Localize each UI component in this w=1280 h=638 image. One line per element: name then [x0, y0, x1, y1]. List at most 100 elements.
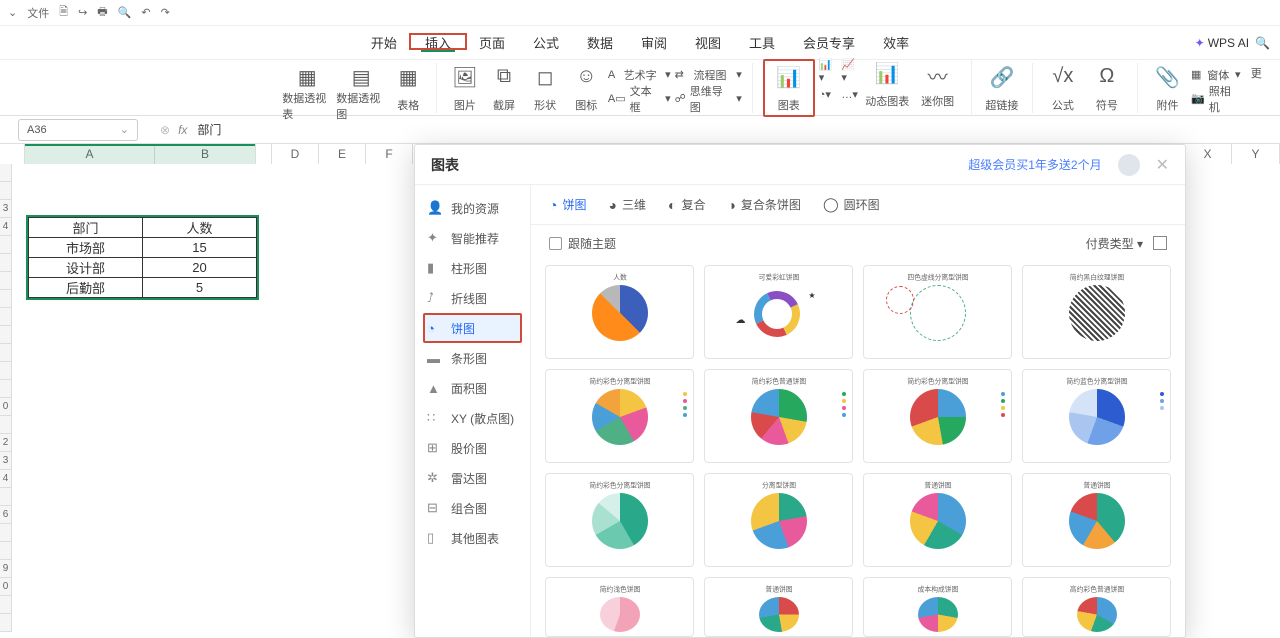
icon-button[interactable]: ☺ 图标 [569, 63, 604, 113]
row-header[interactable] [0, 236, 12, 254]
row-header[interactable] [0, 380, 12, 398]
tab-tools[interactable]: 工具 [735, 26, 789, 59]
subnav-pie[interactable]: ◔饼图 [549, 196, 586, 213]
chart-card[interactable]: 成本构成饼图 [863, 577, 1012, 637]
col-header-c-gap[interactable] [256, 144, 272, 164]
follow-theme-checkbox[interactable] [549, 237, 562, 250]
chart-card[interactable]: 普通饼图 [1022, 473, 1171, 567]
row-header[interactable] [0, 524, 12, 542]
expand-icon[interactable]: ⌄ [8, 6, 17, 19]
attachment-button[interactable]: 📎 附件 [1148, 63, 1187, 113]
row-header[interactable] [0, 344, 12, 362]
screenshot-button[interactable]: ⧉ 截屏 [486, 63, 521, 113]
preview-icon[interactable]: 🔍 [118, 6, 132, 19]
col-header-f[interactable]: F [366, 144, 413, 164]
wordart-button[interactable]: A 艺术字▾ [608, 63, 671, 85]
table-cell[interactable]: 设计部 [29, 258, 143, 278]
sidebar-radar-chart[interactable]: ✲雷达图 [415, 463, 530, 493]
flowchart-button[interactable]: ⇄ 流程图▾ [675, 63, 742, 85]
tab-efficiency[interactable]: 效率 [869, 26, 923, 59]
tab-review[interactable]: 审阅 [627, 26, 681, 59]
row-header[interactable] [0, 290, 12, 308]
search-icon[interactable]: 🔍 [1255, 36, 1270, 50]
symbol-button[interactable]: Ω 符号 [1087, 63, 1127, 113]
promo-link[interactable]: 超级会员买1年多送2个月 [968, 156, 1101, 173]
fx-label[interactable]: fx [178, 123, 187, 137]
col-header-d[interactable]: D [272, 144, 319, 164]
col-header-a[interactable]: A [25, 144, 155, 164]
table-button[interactable]: ▦ 表格 [390, 63, 426, 113]
chart-card[interactable]: 简约蓝色分离型饼图 [1022, 369, 1171, 463]
form-button[interactable]: ▦ 窗体▾ [1191, 63, 1241, 85]
textbox-button[interactable]: A▭ 文本框▾ [608, 87, 671, 109]
name-box[interactable]: A36 ⌄ [18, 119, 138, 141]
col-header-b[interactable]: B [155, 144, 256, 164]
chart-card[interactable]: 简约彩色分离型饼图 [863, 369, 1012, 463]
wps-ai-button[interactable]: ✦ WPS AI [1195, 36, 1249, 50]
sidebar-bar-h-chart[interactable]: ▬条形图 [415, 343, 530, 373]
table-cell[interactable]: 后勤部 [29, 278, 143, 298]
save-icon[interactable]: 🗎 [59, 3, 68, 22]
row-header[interactable] [0, 164, 12, 182]
sidebar-smart-recommend[interactable]: ✦智能推荐 [415, 223, 530, 253]
pivot-chart-button[interactable]: ▤ 数据透视图 [336, 63, 386, 113]
sidebar-stock-chart[interactable]: ⊞股价图 [415, 433, 530, 463]
sparkline-button[interactable]: 〰 迷你图 [914, 59, 960, 109]
chart-card[interactable]: 普通饼图 [704, 577, 853, 637]
tab-page[interactable]: 页面 [465, 26, 519, 59]
col-header-y[interactable]: Y [1232, 144, 1280, 164]
pie-chart-button[interactable]: ◔▾ [819, 83, 838, 105]
table-header-cell[interactable]: 部门 [29, 218, 143, 238]
formula-input[interactable]: 部门 [197, 121, 221, 138]
col-header-e[interactable]: E [319, 144, 366, 164]
picture-button[interactable]: 🖼 图片 [447, 63, 482, 113]
subnav-compound[interactable]: ◐复合 [668, 196, 705, 213]
table-cell[interactable]: 20 [143, 258, 257, 278]
sidebar-other-chart[interactable]: ▯其他图表 [415, 523, 530, 553]
row-header[interactable]: 3 [0, 200, 12, 218]
table-cell[interactable]: 15 [143, 238, 257, 258]
row-header[interactable]: 6 [0, 506, 12, 524]
row-header[interactable] [0, 614, 12, 632]
row-header[interactable]: 9 [0, 560, 12, 578]
shape-button[interactable]: ◻ 形状 [526, 63, 565, 113]
chart-card[interactable]: 简约彩色普通饼图 [704, 369, 853, 463]
sidebar-my-resources[interactable]: 👤我的资源 [415, 193, 530, 223]
chart-card[interactable]: 简约彩色分离型饼图 [545, 473, 694, 567]
chart-card[interactable]: 人数 [545, 265, 694, 359]
row-header[interactable] [0, 488, 12, 506]
select-all-corner[interactable] [12, 144, 25, 164]
avatar[interactable] [1118, 154, 1140, 176]
pivot-table-button[interactable]: ▦ 数据透视表 [282, 63, 332, 113]
chart-card[interactable]: 四色虚线分离型饼图 [863, 265, 1012, 359]
row-header[interactable] [0, 542, 12, 560]
row-header[interactable] [0, 596, 12, 614]
row-header[interactable]: 4 [0, 470, 12, 488]
row-header[interactable]: 4 [0, 218, 12, 236]
row-header[interactable] [0, 182, 12, 200]
tab-start[interactable]: 开始 [357, 26, 411, 59]
row-header[interactable] [0, 326, 12, 344]
row-header[interactable] [0, 362, 12, 380]
row-header[interactable]: 0 [0, 578, 12, 596]
subnav-3d[interactable]: ◕三维 [608, 196, 645, 213]
table-cell[interactable]: 5 [143, 278, 257, 298]
tab-member[interactable]: 会员专享 [789, 26, 869, 59]
more-chart-button[interactable]: …▾ [841, 83, 860, 105]
row-header[interactable] [0, 254, 12, 272]
sidebar-area-chart[interactable]: ▲面积图 [415, 373, 530, 403]
chart-card[interactable]: 普通饼图 [863, 473, 1012, 567]
cancel-icon[interactable]: ⊗ [160, 123, 170, 137]
print-icon[interactable]: 🖶 [97, 3, 107, 22]
more-button[interactable]: 更 [1245, 63, 1268, 113]
pay-type-dropdown[interactable]: 付费类型 ▾ [1086, 235, 1143, 252]
chart-card[interactable]: 可爱彩虹饼图 ☁ ★ [704, 265, 853, 359]
tab-data[interactable]: 数据 [573, 26, 627, 59]
sidebar-line-chart[interactable]: ⭜折线图 [415, 283, 530, 313]
chart-card[interactable]: 简约彩色分离型饼图 [545, 369, 694, 463]
tab-view[interactable]: 视图 [681, 26, 735, 59]
chart-card[interactable]: 简约浅色饼图 [545, 577, 694, 637]
mindmap-button[interactable]: ☍ 思维导图▾ [675, 87, 742, 109]
export-icon[interactable]: ↪ [78, 6, 87, 19]
camera-button[interactable]: 📷 照相机 [1191, 87, 1241, 109]
